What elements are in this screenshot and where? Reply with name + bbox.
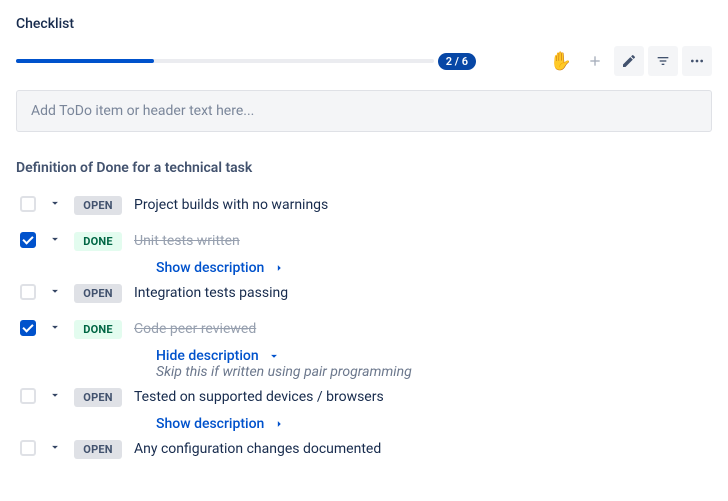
checkbox[interactable]: [20, 388, 36, 404]
status-badge[interactable]: DONE: [74, 320, 122, 339]
item-label[interactable]: Code peer reviewed: [134, 321, 256, 337]
checklist-item: OPEN Tested on supported devices / browse…: [16, 380, 712, 416]
panel-title: Checklist: [16, 16, 712, 32]
item-label[interactable]: Any configuration changes documented: [134, 441, 381, 457]
chevron-down-icon[interactable]: [46, 440, 64, 454]
chevron-right-icon: [272, 261, 286, 275]
section-header: Definition of Done for a technical task: [16, 160, 712, 176]
more-button[interactable]: [682, 46, 712, 76]
toolbar: ✋: [546, 46, 712, 76]
checkbox[interactable]: [20, 284, 36, 300]
filter-button[interactable]: [648, 46, 678, 76]
hide-description-link[interactable]: Hide description: [156, 348, 281, 364]
show-description-link[interactable]: Show description: [156, 260, 286, 276]
checkbox[interactable]: [20, 196, 36, 212]
checklist-item: DONE Unit tests written: [16, 224, 712, 260]
checkbox[interactable]: [20, 232, 36, 248]
chevron-down-icon[interactable]: [46, 284, 64, 298]
status-badge[interactable]: OPEN: [74, 196, 122, 215]
progress-badge: 2 / 6: [438, 53, 476, 70]
chevron-down-icon[interactable]: [46, 232, 64, 246]
item-label[interactable]: Unit tests written: [134, 233, 240, 249]
checklist-item: DONE Code peer reviewed: [16, 312, 712, 348]
checklist-item: OPEN Integration tests passing: [16, 276, 712, 312]
status-badge[interactable]: OPEN: [74, 388, 122, 407]
checkbox[interactable]: [20, 320, 36, 336]
status-badge[interactable]: DONE: [74, 232, 122, 251]
item-label[interactable]: Tested on supported devices / browsers: [134, 389, 384, 405]
show-description-link[interactable]: Show description: [156, 416, 286, 432]
chevron-right-icon: [272, 417, 286, 431]
checklist-item: OPEN Project builds with no warnings: [16, 188, 712, 224]
items-list: OPEN Project builds with no warnings DONE U…: [16, 188, 712, 468]
checklist-item: OPEN Any configuration changes documented: [16, 432, 712, 468]
chevron-down-icon[interactable]: [46, 320, 64, 334]
item-label[interactable]: Integration tests passing: [134, 285, 288, 301]
add-button[interactable]: [580, 46, 610, 76]
chevron-down-icon: [267, 349, 281, 363]
item-description: Skip this if written using pair programm…: [156, 364, 712, 380]
progress-bar: 2 / 6: [16, 53, 476, 70]
chevron-down-icon[interactable]: [46, 196, 64, 210]
progress-row: 2 / 6 ✋: [16, 46, 712, 76]
chevron-down-icon[interactable]: [46, 388, 64, 402]
edit-button[interactable]: [614, 46, 644, 76]
wave-hand-icon[interactable]: ✋: [546, 46, 576, 76]
checkbox[interactable]: [20, 440, 36, 456]
progress-fill: [16, 59, 154, 63]
status-badge[interactable]: OPEN: [74, 284, 122, 303]
add-item-input[interactable]: Add ToDo item or header text here...: [16, 90, 712, 132]
status-badge[interactable]: OPEN: [74, 440, 122, 459]
item-label[interactable]: Project builds with no warnings: [134, 197, 328, 213]
progress-track: [16, 59, 434, 63]
